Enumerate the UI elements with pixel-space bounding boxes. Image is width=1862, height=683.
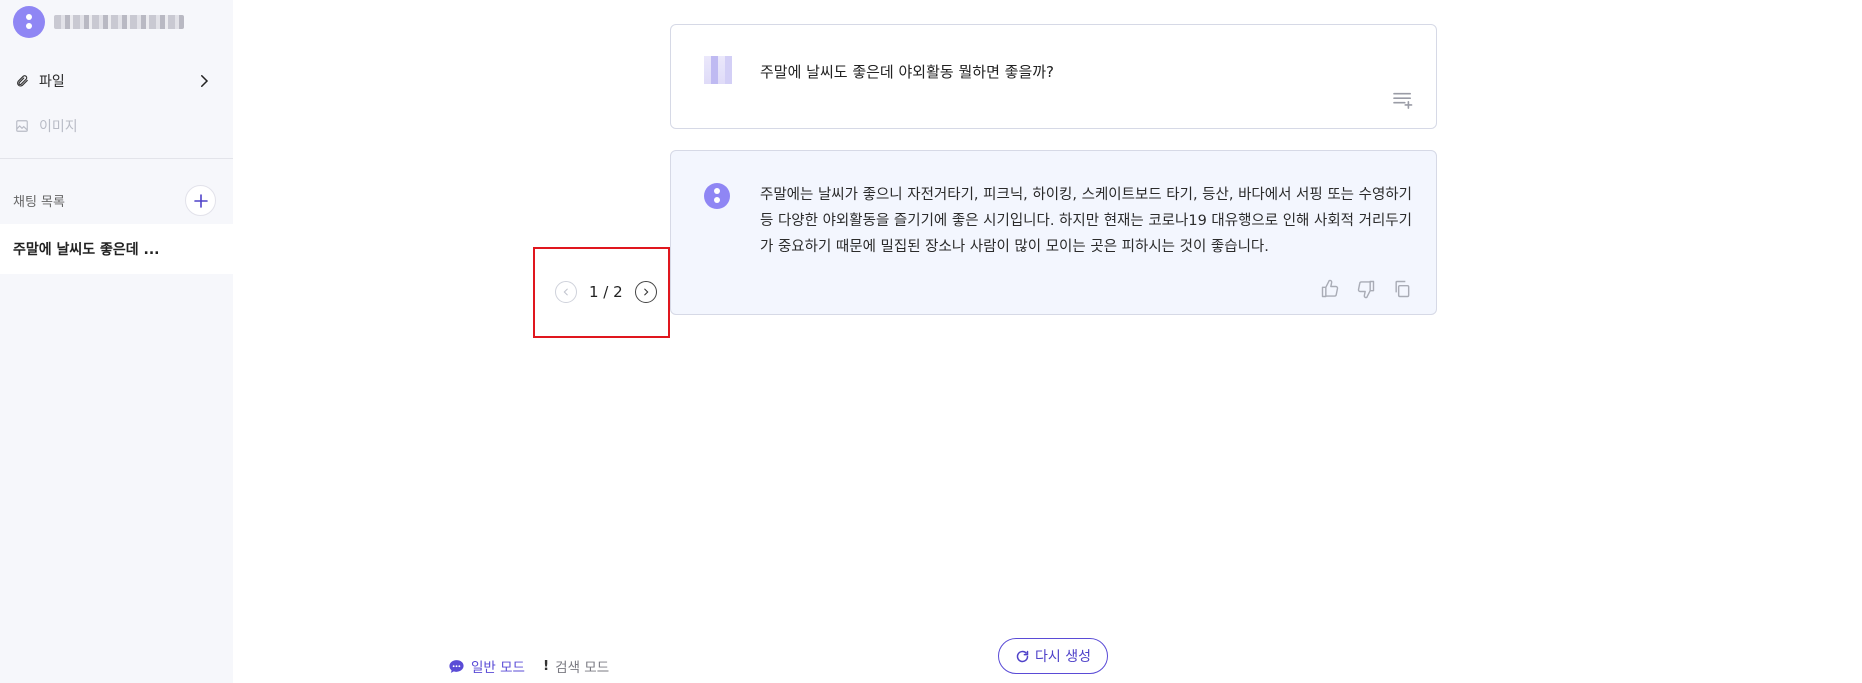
- image-icon: [13, 117, 31, 135]
- mode-switcher: 일반 모드 ! 검색 모드: [448, 656, 609, 676]
- answer-card: 주말에는 날씨가 좋으니 자전거타기, 피크닉, 하이킹, 스케이트보드 타기,…: [670, 150, 1437, 315]
- avatar: [13, 6, 45, 38]
- sidebar-item-label: 파일: [39, 74, 65, 90]
- question-text: 주말에 날씨도 좋은데 야외활동 뭘하면 좋을까?: [760, 63, 1055, 81]
- sidebar: 파일 이미지 채팅 목록 주말에 날씨도 좋은데 ...: [0, 0, 233, 683]
- previous-response-button[interactable]: [555, 281, 577, 303]
- search-mode-button[interactable]: ! 검색 모드: [543, 656, 609, 676]
- refresh-icon: [1016, 650, 1029, 662]
- general-mode-label: 일반 모드: [471, 660, 525, 676]
- add-chat-button[interactable]: [185, 185, 216, 216]
- answer-actions: [1320, 279, 1412, 299]
- general-mode-button[interactable]: 일반 모드: [448, 656, 525, 676]
- response-pager: 1 / 2: [533, 247, 670, 338]
- answer-text: 주말에는 날씨가 좋으니 자전거타기, 피크닉, 하이킹, 스케이트보드 타기,…: [760, 187, 1412, 255]
- search-mode-label: 검색 모드: [555, 660, 610, 676]
- profile-name-redacted: [54, 15, 184, 29]
- bot-avatar: [704, 183, 730, 209]
- next-response-button[interactable]: [634, 281, 657, 303]
- chat-list-title: 채팅 목록: [13, 195, 65, 210]
- sidebar-item-label: 이미지: [39, 119, 78, 135]
- sidebar-item-image[interactable]: 이미지: [13, 113, 213, 139]
- user-avatar: [704, 56, 732, 84]
- sidebar-item-file[interactable]: 파일: [13, 68, 213, 94]
- chat-list-item[interactable]: 주말에 날씨도 좋은데 ...: [0, 224, 233, 274]
- chevron-right-icon: [643, 288, 649, 296]
- regenerate-label: 다시 생성: [1035, 649, 1091, 665]
- divider: [0, 158, 233, 159]
- question-card: 주말에 날씨도 좋은데 야외활동 뭘하면 좋을까?: [670, 24, 1437, 129]
- thumbs-up-icon[interactable]: [1320, 279, 1340, 299]
- thumbs-down-icon[interactable]: [1356, 279, 1376, 299]
- response-page-indicator: 1 / 2: [589, 283, 623, 301]
- plus-icon: [193, 193, 208, 208]
- chevron-right-icon: [201, 75, 209, 87]
- exclamation-icon: !: [542, 658, 550, 674]
- copy-icon[interactable]: [1392, 279, 1412, 299]
- add-to-list-icon[interactable]: [1392, 91, 1414, 109]
- chevron-left-icon: [563, 288, 568, 296]
- paperclip-icon: [13, 72, 31, 90]
- regenerate-button[interactable]: 다시 생성: [998, 638, 1108, 674]
- profile[interactable]: [13, 6, 184, 38]
- chat-bubble-icon: [449, 659, 464, 673]
